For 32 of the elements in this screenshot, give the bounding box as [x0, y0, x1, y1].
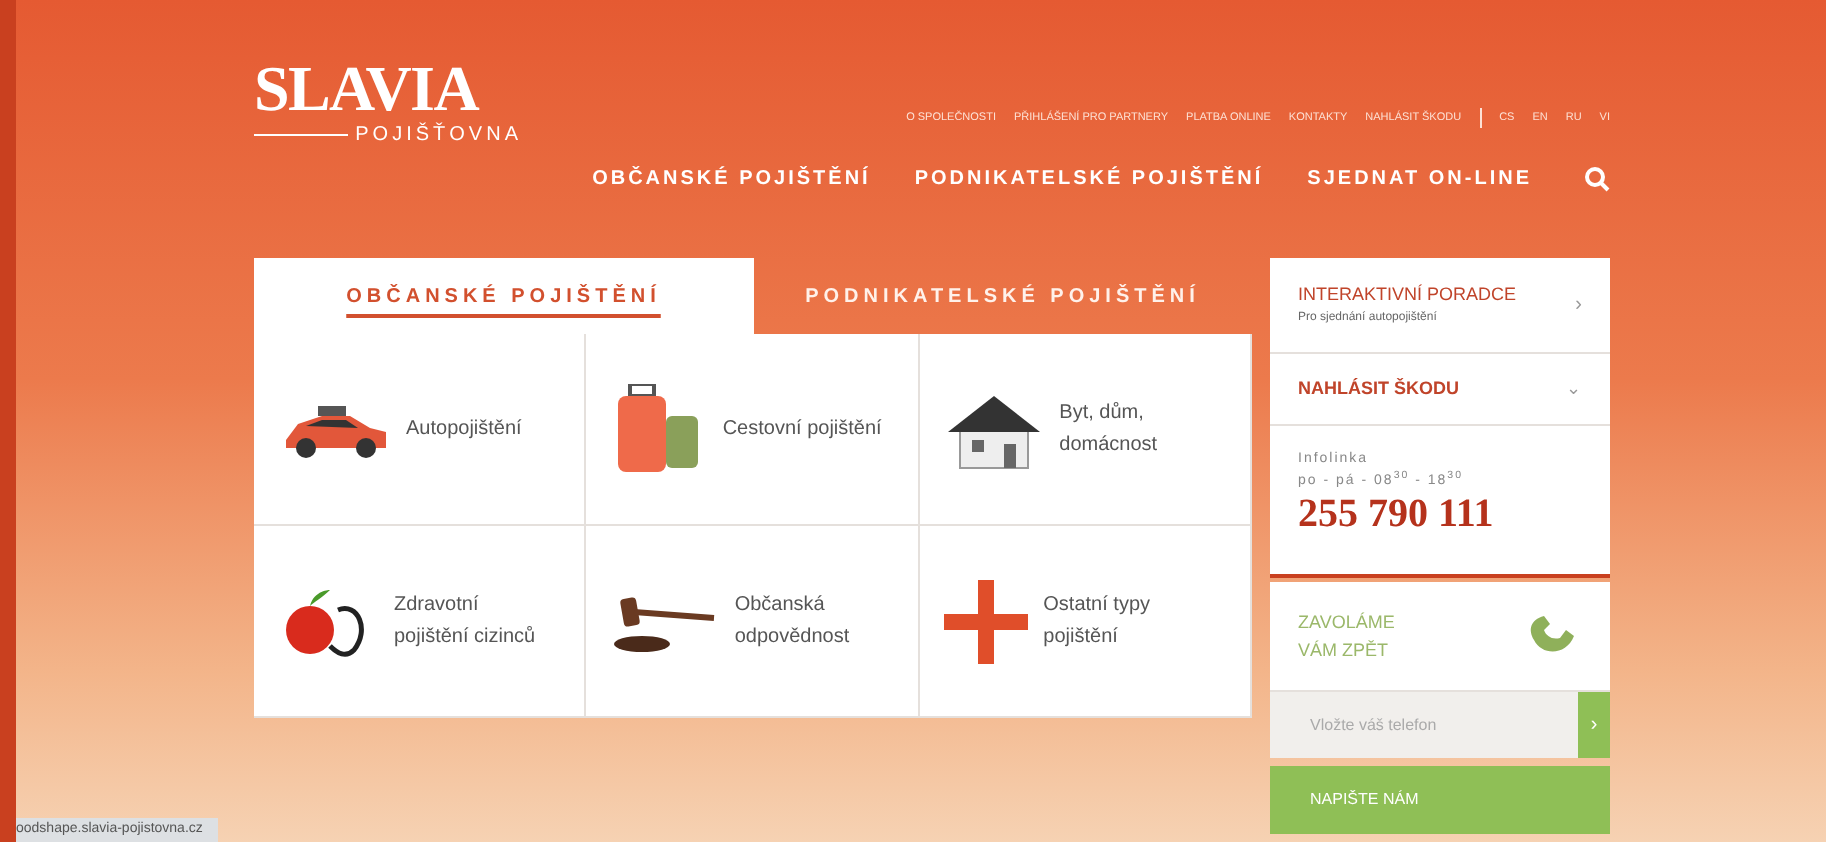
callback-title: VÁM ZPĚT — [1298, 638, 1391, 664]
main-nav-link[interactable]: SJEDNAT ON-LINE — [1307, 164, 1532, 194]
caret-icon: ⌄ — [1566, 375, 1582, 403]
product-label: Ostatní typy pojištění — [1043, 591, 1153, 651]
product-tile[interactable]: Byt, dům, domácnost — [919, 334, 1252, 526]
product-label: Byt, dům, domácnost — [1059, 399, 1160, 459]
category-tab[interactable]: PODNIKATELSKÉ POJIŠTĚNÍ — [753, 258, 1252, 334]
category-tab[interactable]: OBČANSKÉ POJIŠTĚNÍ — [254, 258, 753, 334]
product-label: Zdravotní pojištění cizinců — [394, 591, 538, 651]
product-label: Občanská odpovědnost — [734, 591, 852, 651]
logo-subtitle: POJIŠŤOVNA — [355, 120, 522, 150]
phone-number: 255 790 111 — [1298, 492, 1496, 536]
product-tile[interactable]: Ostatní typy pojištění — [919, 526, 1252, 718]
logo-wordmark[interactable]: SLAVIA — [254, 56, 478, 120]
callback-title: ZAVOLÁME — [1298, 610, 1395, 636]
submit-button[interactable]: › — [1578, 692, 1610, 758]
plus-icon — [943, 579, 1028, 663]
product-label: Cestovní pojištění — [722, 415, 883, 443]
report-damage-panel[interactable]: NAHLÁSIT ŠKODU ⌄ — [1270, 354, 1610, 426]
advisor-title: INTERAKTIVNÍ PORADCE — [1298, 282, 1517, 309]
main-nav-link[interactable]: OBČANSKÉ POJIŠTĚNÍ — [592, 164, 871, 194]
product-label: Autopojištění — [406, 415, 524, 443]
main-nav-link[interactable]: PODNIKATELSKÉ POJIŠTĚNÍ — [914, 164, 1264, 194]
product-tile[interactable]: Cestovní pojištění — [586, 334, 920, 526]
search-icon[interactable] — [1584, 166, 1610, 192]
chevron-icon: › — [1575, 290, 1582, 320]
product-tile[interactable]: Autopojištění — [254, 334, 587, 526]
product-tile[interactable]: Občanská odpovědnost — [586, 526, 920, 718]
phone-input-field[interactable]: Vložte váš telefon — [1270, 692, 1578, 758]
write-us-button[interactable]: NAPIŠTE NÁM — [1270, 766, 1610, 834]
product-tile[interactable]: Zdravotní pojištění cizinců — [254, 526, 587, 718]
report-damage-title: NAHLÁSIT ŠKODU — [1298, 375, 1459, 402]
